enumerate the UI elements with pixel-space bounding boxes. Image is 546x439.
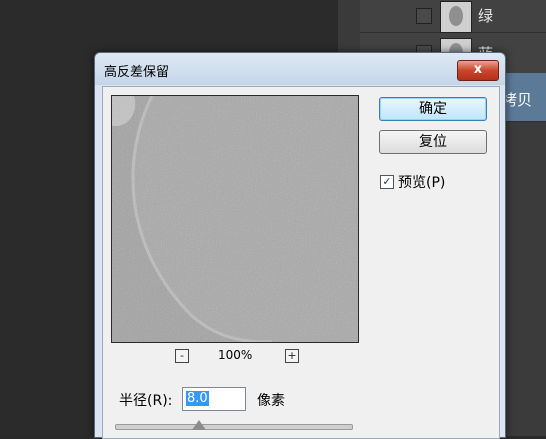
layer-thumbnail	[440, 1, 472, 33]
close-button[interactable]: x	[457, 60, 499, 81]
layer-name: 绿	[478, 7, 494, 25]
reset-button[interactable]: 复位	[379, 130, 487, 154]
radius-label: 半径(R):	[119, 393, 173, 409]
layer-row-green[interactable]: 绿	[360, 0, 546, 33]
preview-checkbox[interactable]: ✓	[380, 175, 394, 189]
high-pass-dialog: 高反差保留 x - 100% + 半径(R): 8.0 像素 确定 复位 ✓ 预…	[94, 52, 506, 439]
filter-preview-image[interactable]	[111, 95, 359, 343]
radius-slider-track[interactable]	[115, 424, 353, 430]
preview-label[interactable]: 预览(P)	[398, 172, 445, 192]
radius-unit: 像素	[257, 393, 285, 409]
radius-input[interactable]: 8.0	[182, 387, 246, 411]
dialog-title: 高反差保留	[104, 65, 170, 80]
zoom-out-button[interactable]: -	[175, 349, 189, 363]
layer-visibility-toggle[interactable]	[416, 8, 432, 24]
layer-name: 拷贝	[502, 91, 533, 109]
dialog-titlebar[interactable]: 高反差保留 x	[95, 53, 505, 85]
radius-value: 8.0	[186, 391, 209, 406]
zoom-level: 100%	[218, 348, 253, 362]
dialog-body: - 100% + 半径(R): 8.0 像素 确定 复位 ✓ 预览(P)	[102, 86, 500, 439]
ok-button[interactable]: 确定	[379, 97, 487, 121]
radius-slider-thumb[interactable]	[192, 420, 206, 430]
zoom-in-button[interactable]: +	[285, 349, 299, 363]
